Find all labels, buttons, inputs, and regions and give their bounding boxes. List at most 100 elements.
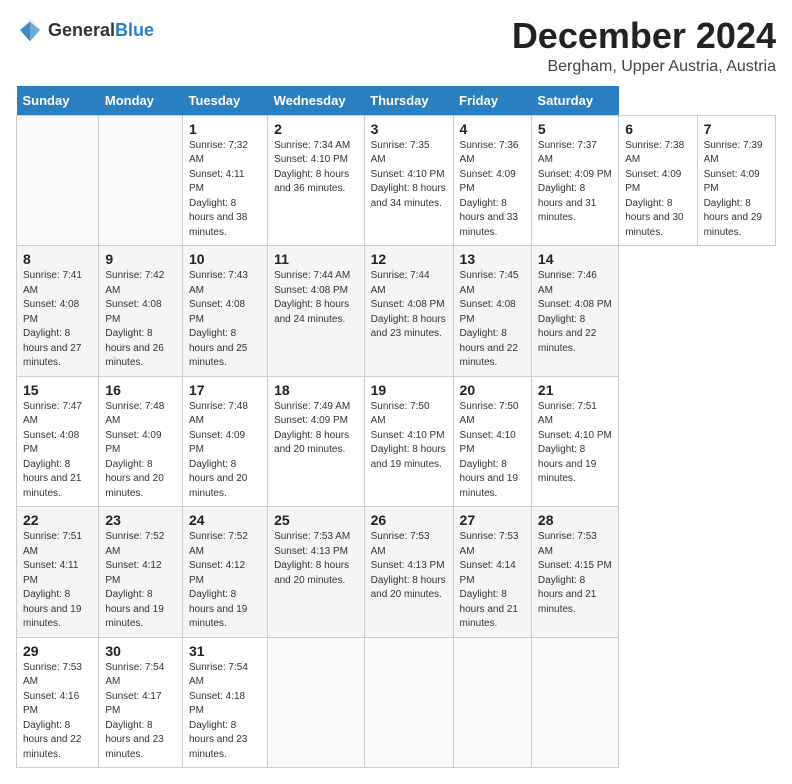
weekday-header-wednesday: Wednesday — [268, 86, 365, 116]
day-number: 7 — [704, 121, 769, 137]
title-block: December 2024 Bergham, Upper Austria, Au… — [512, 16, 776, 76]
day-info: Sunrise: 7:34 AMSunset: 4:10 PMDaylight:… — [274, 140, 350, 195]
calendar-cell — [99, 115, 183, 246]
calendar-cell: 30Sunrise: 7:54 AMSunset: 4:17 PMDayligh… — [99, 637, 183, 768]
logo-general: General — [48, 20, 115, 40]
day-number: 25 — [274, 512, 358, 528]
day-info: Sunrise: 7:54 AMSunset: 4:17 PMDaylight:… — [105, 662, 164, 760]
calendar-cell: 12Sunrise: 7:44 AMSunset: 4:08 PMDayligh… — [364, 246, 453, 377]
day-number: 16 — [105, 382, 176, 398]
weekday-header-monday: Monday — [99, 86, 183, 116]
day-number: 28 — [538, 512, 612, 528]
calendar-cell: 23 Sunrise: 7:52 AMSunset: 4:12 PMDayligh… — [99, 507, 183, 638]
day-number: 6 — [625, 121, 690, 137]
day-number: 13 — [460, 251, 525, 267]
day-info: Sunrise: 7:51 AMSunset: 4:11 PMDaylight:… — [23, 531, 82, 629]
day-number: 3 — [371, 121, 447, 137]
day-info: Sunrise: 7:53 AMSunset: 4:16 PMDaylight:… — [23, 662, 82, 760]
day-info: Sunrise: 7:38 AMSunset: 4:09 PMDaylight:… — [625, 140, 684, 238]
day-info: Sunrise: 7:43 AMSunset: 4:08 PMDaylight:… — [189, 270, 248, 368]
calendar-week-row: 29 Sunrise: 7:53 AMSunset: 4:16 PMDayligh… — [17, 637, 776, 768]
day-info: Sunrise: 7:45 AMSunset: 4:08 PMDaylight:… — [460, 270, 519, 368]
location-title: Bergham, Upper Austria, Austria — [512, 58, 776, 76]
calendar-cell: 13 Sunrise: 7:45 AMSunset: 4:08 PMDayligh… — [453, 246, 531, 377]
calendar-cell: 10 Sunrise: 7:43 AMSunset: 4:08 PMDayligh… — [182, 246, 267, 377]
day-number: 26 — [371, 512, 447, 528]
day-number: 22 — [23, 512, 92, 528]
calendar-week-row: 1Sunrise: 7:32 AMSunset: 4:11 PMDaylight… — [17, 115, 776, 246]
day-number: 2 — [274, 121, 358, 137]
day-info: Sunrise: 7:51 AMSunset: 4:10 PMDaylight:… — [538, 401, 612, 485]
calendar-cell: 20 Sunrise: 7:50 AMSunset: 4:10 PMDayligh… — [453, 376, 531, 507]
day-info: Sunrise: 7:50 AMSunset: 4:10 PMDaylight:… — [371, 401, 446, 470]
calendar-cell — [268, 637, 365, 768]
day-info: Sunrise: 7:39 AMSunset: 4:09 PMDaylight:… — [704, 140, 763, 238]
weekday-header-friday: Friday — [453, 86, 531, 116]
calendar-cell: 14 Sunrise: 7:46 AMSunset: 4:08 PMDayligh… — [531, 246, 618, 377]
calendar-cell: 22 Sunrise: 7:51 AMSunset: 4:11 PMDayligh… — [17, 507, 99, 638]
day-number: 5 — [538, 121, 612, 137]
day-info: Sunrise: 7:50 AMSunset: 4:10 PMDaylight:… — [460, 401, 519, 499]
calendar-cell: 8 Sunrise: 7:41 AMSunset: 4:08 PMDaylight… — [17, 246, 99, 377]
day-number: 19 — [371, 382, 447, 398]
day-info: Sunrise: 7:44 AMSunset: 4:08 PMDaylight:… — [274, 270, 350, 325]
day-number: 23 — [105, 512, 176, 528]
day-info: Sunrise: 7:42 AMSunset: 4:08 PMDaylight:… — [105, 270, 164, 368]
calendar-cell: 29 Sunrise: 7:53 AMSunset: 4:16 PMDayligh… — [17, 637, 99, 768]
day-number: 20 — [460, 382, 525, 398]
day-number: 1 — [189, 121, 261, 137]
weekday-header-row: SundayMondayTuesdayWednesdayThursdayFrid… — [17, 86, 776, 116]
day-number: 21 — [538, 382, 612, 398]
calendar-cell: 7 Sunrise: 7:39 AMSunset: 4:09 PMDaylight… — [697, 115, 775, 246]
day-number: 18 — [274, 382, 358, 398]
day-number: 10 — [189, 251, 261, 267]
day-number: 17 — [189, 382, 261, 398]
day-number: 15 — [23, 382, 92, 398]
day-info: Sunrise: 7:53 AMSunset: 4:13 PMDaylight:… — [371, 531, 446, 600]
day-info: Sunrise: 7:36 AMSunset: 4:09 PMDaylight:… — [460, 140, 519, 238]
day-number: 31 — [189, 643, 261, 659]
calendar-cell: 2 Sunrise: 7:34 AMSunset: 4:10 PMDaylight… — [268, 115, 365, 246]
day-info: Sunrise: 7:41 AMSunset: 4:08 PMDaylight:… — [23, 270, 82, 368]
calendar-cell — [364, 637, 453, 768]
calendar-week-row: 8 Sunrise: 7:41 AMSunset: 4:08 PMDaylight… — [17, 246, 776, 377]
day-info: Sunrise: 7:44 AMSunset: 4:08 PMDaylight:… — [371, 270, 446, 339]
day-info: Sunrise: 7:37 AMSunset: 4:09 PMDaylight:… — [538, 140, 612, 224]
calendar-cell: 25Sunrise: 7:53 AMSunset: 4:13 PMDayligh… — [268, 507, 365, 638]
day-number: 4 — [460, 121, 525, 137]
calendar-cell: 28Sunrise: 7:53 AMSunset: 4:15 PMDayligh… — [531, 507, 618, 638]
day-info: Sunrise: 7:49 AMSunset: 4:09 PMDaylight:… — [274, 401, 350, 456]
day-number: 14 — [538, 251, 612, 267]
calendar-cell — [17, 115, 99, 246]
day-number: 8 — [23, 251, 92, 267]
month-title: December 2024 — [512, 16, 776, 56]
calendar-cell: 19 Sunrise: 7:50 AMSunset: 4:10 PMDayligh… — [364, 376, 453, 507]
day-info: Sunrise: 7:46 AMSunset: 4:08 PMDaylight:… — [538, 270, 612, 354]
day-info: Sunrise: 7:52 AMSunset: 4:12 PMDaylight:… — [189, 531, 248, 629]
weekday-header-tuesday: Tuesday — [182, 86, 267, 116]
day-info: Sunrise: 7:47 AMSunset: 4:08 PMDaylight:… — [23, 401, 82, 499]
calendar-cell: 3Sunrise: 7:35 AMSunset: 4:10 PMDaylight… — [364, 115, 453, 246]
logo-icon — [16, 16, 44, 44]
calendar-cell: 5 Sunrise: 7:37 AMSunset: 4:09 PMDaylight… — [531, 115, 618, 246]
day-info: Sunrise: 7:52 AMSunset: 4:12 PMDaylight:… — [105, 531, 164, 629]
calendar-cell: 18 Sunrise: 7:49 AMSunset: 4:09 PMDayligh… — [268, 376, 365, 507]
calendar-week-row: 15 Sunrise: 7:47 AMSunset: 4:08 PMDayligh… — [17, 376, 776, 507]
day-info: Sunrise: 7:48 AMSunset: 4:09 PMDaylight:… — [105, 401, 164, 499]
calendar-table: SundayMondayTuesdayWednesdayThursdayFrid… — [16, 86, 776, 769]
day-info: Sunrise: 7:54 AMSunset: 4:18 PMDaylight:… — [189, 662, 248, 760]
calendar-cell: 21 Sunrise: 7:51 AMSunset: 4:10 PMDayligh… — [531, 376, 618, 507]
day-number: 24 — [189, 512, 261, 528]
day-number: 29 — [23, 643, 92, 659]
day-number: 11 — [274, 251, 358, 267]
calendar-cell: 26 Sunrise: 7:53 AMSunset: 4:13 PMDayligh… — [364, 507, 453, 638]
day-number: 9 — [105, 251, 176, 267]
logo-text: GeneralBlue — [48, 20, 154, 41]
calendar-cell — [453, 637, 531, 768]
page-header: GeneralBlue December 2024 Bergham, Upper… — [16, 16, 776, 76]
day-number: 27 — [460, 512, 525, 528]
calendar-cell: 17Sunrise: 7:48 AMSunset: 4:09 PMDayligh… — [182, 376, 267, 507]
calendar-week-row: 22 Sunrise: 7:51 AMSunset: 4:11 PMDayligh… — [17, 507, 776, 638]
calendar-cell — [531, 637, 618, 768]
weekday-header-sunday: Sunday — [17, 86, 99, 116]
